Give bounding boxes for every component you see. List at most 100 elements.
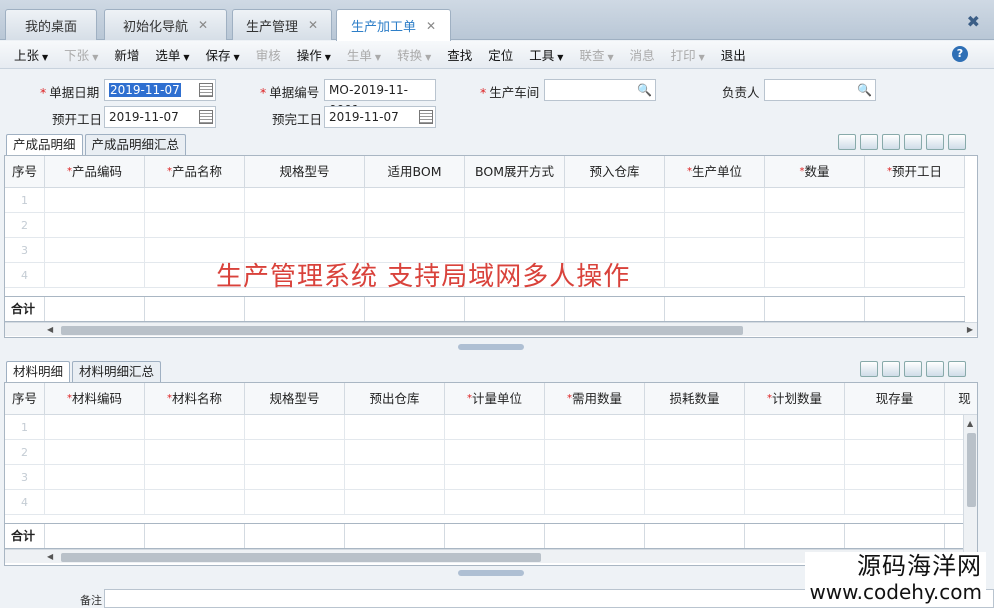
manager-field[interactable]: 🔍 [764,79,876,101]
toolbar-button-3[interactable]: 选单 ▼ [147,45,197,64]
table-cell[interactable] [145,465,245,490]
table-cell[interactable] [445,415,545,440]
copy-icon[interactable] [860,361,878,377]
table-cell[interactable] [245,415,345,440]
table-cell[interactable] [865,238,965,263]
table-cell[interactable] [645,415,745,440]
scroll-up-icon[interactable]: ▲ [967,417,973,431]
column-header[interactable]: BOM展开方式 [465,156,565,188]
doc-no-field[interactable]: MO-2019-11-0001 [324,79,436,117]
table-cell[interactable] [765,263,865,288]
table-cell[interactable] [445,490,545,515]
column-header[interactable]: *材料名称 [145,383,245,415]
copy-icon[interactable] [838,134,856,150]
table-cell[interactable] [645,490,745,515]
column-header[interactable]: *数量 [765,156,865,188]
export-icon[interactable] [904,361,922,377]
table-cell[interactable] [45,238,145,263]
table-cell[interactable] [145,440,245,465]
search-icon[interactable]: 🔍 [857,83,872,97]
table-cell[interactable] [565,188,665,213]
table-cell[interactable] [745,465,845,490]
column-header[interactable]: 规格型号 [245,383,345,415]
calendar-icon[interactable] [199,83,213,97]
close-all-icon[interactable]: ✖ [967,12,980,31]
table-cell[interactable] [665,213,765,238]
paste-icon[interactable] [882,361,900,377]
tab-3[interactable]: 生产加工单 ✕ [336,9,451,41]
tab-0[interactable]: 我的桌面 [5,9,97,40]
table-cell[interactable] [445,440,545,465]
table-cell[interactable] [245,213,365,238]
product_panel-subtab-1[interactable]: 产成品明细汇总 [84,134,187,156]
table-row[interactable]: 1 [5,188,965,213]
table-cell[interactable] [865,213,965,238]
table-cell[interactable] [765,213,865,238]
search-icon[interactable]: 🔍 [637,83,652,97]
calendar-icon[interactable] [199,110,213,124]
table-cell[interactable] [45,440,145,465]
toolbar-button-15[interactable]: 退出 [713,45,754,64]
table-cell[interactable] [865,188,965,213]
column-header[interactable]: *需用数量 [545,383,645,415]
column-header[interactable]: 序号 [5,383,45,415]
table-cell[interactable] [845,415,945,440]
toolbar-button-9[interactable]: 查找 [439,45,480,64]
table-cell[interactable] [465,213,565,238]
table-cell[interactable] [45,213,145,238]
scroll-thumb[interactable] [61,326,743,335]
scroll-right-icon[interactable]: ▶ [967,323,973,337]
table-cell[interactable] [245,188,365,213]
table-cell[interactable] [665,188,765,213]
table-cell[interactable] [665,238,765,263]
plan-start-field[interactable]: 2019-11-07 [104,106,216,128]
table-row[interactable]: 2 [5,440,977,465]
workshop-field[interactable]: 🔍 [544,79,656,101]
table-cell[interactable] [645,465,745,490]
column-header[interactable]: 适用BOM [365,156,465,188]
table-cell[interactable] [845,490,945,515]
table-cell[interactable] [45,415,145,440]
toolbar-button-10[interactable]: 定位 [480,45,521,64]
column-header[interactable]: 预入仓库 [565,156,665,188]
zoom-icon[interactable] [926,361,944,377]
table-cell[interactable] [45,263,145,288]
save-layout-icon[interactable] [948,361,966,377]
table-cell[interactable] [245,440,345,465]
scroll-left-icon[interactable]: ◀ [47,323,53,337]
column-header[interactable]: *计划数量 [745,383,845,415]
table-cell[interactable] [445,465,545,490]
toolbar-button-6[interactable]: 操作 ▼ [289,45,339,64]
close-tab-icon[interactable]: ✕ [198,18,208,32]
toolbar-button-2[interactable]: 新增 [106,45,147,64]
table-cell[interactable] [345,440,445,465]
close-tab-icon[interactable]: ✕ [308,18,318,32]
table-cell[interactable] [365,188,465,213]
table-cell[interactable] [745,440,845,465]
table-cell[interactable] [665,263,765,288]
table-cell[interactable] [45,490,145,515]
table-cell[interactable] [565,213,665,238]
table-cell[interactable] [345,490,445,515]
table-row[interactable]: 3 [5,465,977,490]
product_panel-subtab-0[interactable]: 产成品明细 [6,134,83,156]
splitter-handle[interactable] [458,570,524,576]
zoom-icon[interactable] [926,134,944,150]
column-header[interactable]: 规格型号 [245,156,365,188]
column-header[interactable]: *生产单位 [665,156,765,188]
tab-2[interactable]: 生产管理 ✕ [232,9,332,40]
table-cell[interactable] [145,415,245,440]
table-cell[interactable] [545,440,645,465]
column-header[interactable]: 现存量 [845,383,945,415]
tab-1[interactable]: 初始化导航 ✕ [104,9,227,40]
toolbar-button-11[interactable]: 工具 ▼ [521,45,571,64]
table-cell[interactable] [245,465,345,490]
horizontal-scrollbar[interactable]: ◀▶ [5,322,977,336]
paste-icon[interactable] [860,134,878,150]
material_panel-subtab-0[interactable]: 材料明细 [6,361,71,383]
toolbar-button-0[interactable]: 上张 ▼ [6,45,56,64]
toolbar-button-4[interactable]: 保存 ▼ [198,45,248,64]
column-header[interactable]: 预出仓库 [345,383,445,415]
column-header[interactable]: *产品名称 [145,156,245,188]
calendar-icon[interactable] [419,110,433,124]
